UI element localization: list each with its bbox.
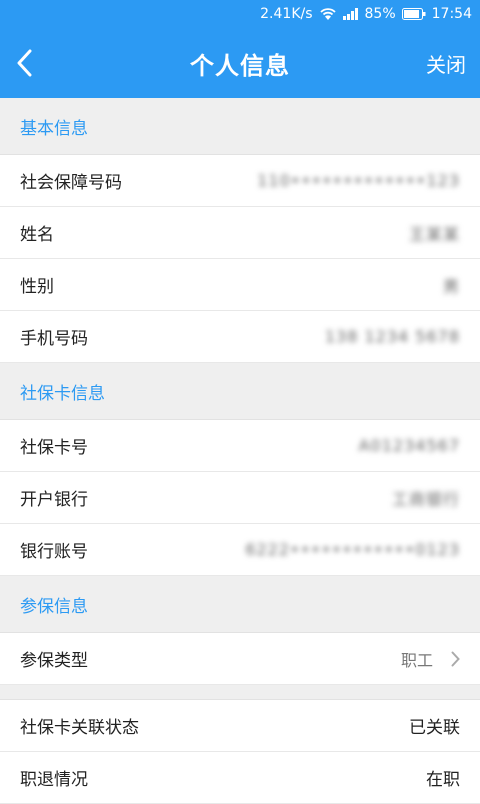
page-title: 个人信息: [190, 51, 290, 80]
row-label: 姓名: [20, 225, 54, 245]
row-label: 社会保障号码: [20, 173, 122, 193]
row-social-security-number: 社会保障号码 110•••••••••••••123: [0, 155, 480, 207]
row-label: 职退情况: [20, 770, 88, 790]
status-bar: 2.41K/s 85% 17:54: [0, 0, 480, 28]
row-value: 138 1234 5678: [324, 327, 460, 346]
row-name: 姓名 王某某: [0, 207, 480, 259]
network-speed: 2.41K/s: [260, 6, 313, 22]
row-insurance-type[interactable]: 参保类型 职工: [0, 633, 480, 685]
chevron-right-icon: [451, 651, 460, 667]
row-value: 职工: [400, 650, 433, 670]
battery-percent: 85%: [364, 6, 396, 22]
row-employment-status: 职退情况 在职: [0, 752, 480, 804]
row-value: 已关联: [409, 718, 460, 738]
close-button[interactable]: 关闭: [426, 28, 466, 98]
row-value: 男: [442, 276, 460, 296]
row-bank: 开户银行 工商银行: [0, 472, 480, 524]
row-value: 110•••••••••••••123: [257, 171, 460, 190]
row-label: 开户银行: [20, 490, 88, 510]
back-button[interactable]: [16, 28, 56, 98]
section-card-info: 社保卡信息: [0, 363, 480, 420]
row-label: 参保类型: [20, 651, 88, 671]
row-phone-number: 手机号码 138 1234 5678: [0, 311, 480, 363]
row-value: 王某某: [408, 224, 460, 244]
row-label: 社保卡关联状态: [20, 718, 139, 738]
section-insurance-info: 参保信息: [0, 576, 480, 633]
row-value: 6222••••••••••••0123: [245, 540, 460, 559]
row-card-link-status: 社保卡关联状态 已关联: [0, 700, 480, 752]
row-label: 手机号码: [20, 329, 88, 349]
row-gender: 性别 男: [0, 259, 480, 311]
row-value: 在职: [426, 770, 460, 790]
row-value: 工商银行: [391, 489, 460, 509]
signal-icon: [342, 8, 359, 20]
nav-bar: 个人信息 关闭: [0, 28, 480, 98]
section-spacer: [0, 685, 480, 700]
section-basic-info: 基本信息: [0, 98, 480, 155]
row-label: 性别: [20, 277, 54, 297]
row-label: 社保卡号: [20, 438, 88, 458]
wifi-icon: [319, 7, 337, 21]
battery-icon: [401, 8, 426, 20]
row-card-number: 社保卡号 A01234567: [0, 420, 480, 472]
row-value: A01234567: [358, 436, 460, 455]
row-label: 银行账号: [20, 542, 88, 562]
clock: 17:54: [431, 6, 472, 22]
chevron-left-icon: [17, 49, 32, 77]
row-bank-account: 银行账号 6222••••••••••••0123: [0, 524, 480, 576]
